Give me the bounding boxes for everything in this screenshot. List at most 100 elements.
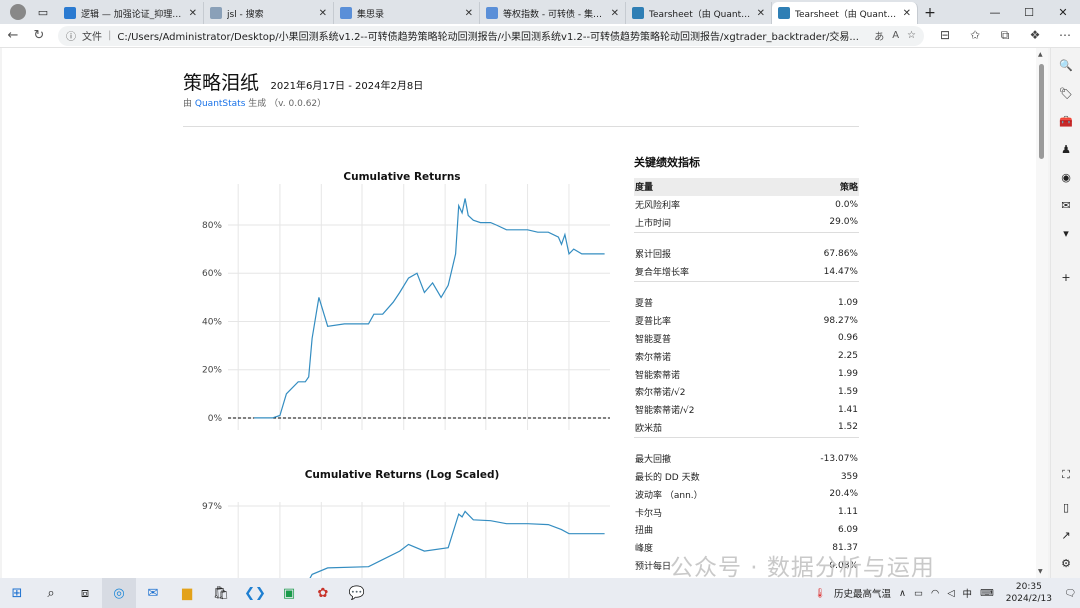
metric-row: 夏普 1.09 <box>634 294 859 312</box>
windows-start-icon[interactable]: ⊞ <box>0 578 34 608</box>
notification-icon[interactable]: 🗨 <box>1064 588 1076 599</box>
wifi-icon[interactable]: ◠ <box>931 588 939 599</box>
add-sidebar-icon[interactable]: + <box>1059 270 1073 284</box>
outlook-icon[interactable]: ✉ <box>1059 198 1073 212</box>
metric-row: 智能索蒂诺 1.99 <box>634 365 859 383</box>
settings-gear-icon[interactable]: ⚙ <box>1059 556 1073 570</box>
metric-value: 29.0% <box>829 217 858 228</box>
report-subtitle: 由 QuantStats 生成 （v. 0.0.62） <box>183 99 327 109</box>
metric-name: 波动率 （ann.） <box>635 490 703 501</box>
external-icon[interactable]: ↗ <box>1059 528 1073 542</box>
screenshot-icon[interactable]: ⛶ <box>1059 468 1073 482</box>
metric-value: 14.47% <box>823 266 858 277</box>
browser-tab[interactable]: Tearsheet（由 QuantStats ✕ <box>772 2 918 24</box>
extensions-icon[interactable]: ❖ <box>1020 28 1050 43</box>
taskbar-search-icon[interactable]: ⌕ <box>34 578 68 608</box>
browser-tab[interactable]: 逻辑 — 加强论证_抑理抑得 ✕ <box>58 2 204 24</box>
wechat-icon[interactable]: 💬 <box>340 578 374 608</box>
scroll-up-icon[interactable]: ▲ <box>1038 51 1043 58</box>
file-explorer-icon[interactable]: ▆ <box>170 578 204 608</box>
scrollbar[interactable]: ▲ ▼ <box>1036 48 1048 578</box>
search-icon[interactable]: 🔍 <box>1059 58 1073 72</box>
tab-title: jsl - 搜索 <box>227 9 264 20</box>
tab-title: 等权指数 - 可转债 - 集思录 <box>503 9 605 20</box>
drop-icon[interactable]: ▾ <box>1059 226 1073 240</box>
translate-icon[interactable]: あ <box>874 28 884 43</box>
mail-icon[interactable]: ✉ <box>136 578 170 608</box>
scroll-down-icon[interactable]: ▼ <box>1038 568 1043 575</box>
url-field[interactable]: ⓘ 文件 | C:/Users/Administrator/Desktop/小果… <box>58 25 924 46</box>
metric-name: 预计每日 <box>635 562 672 573</box>
key-metrics-table: 关键绩效指标 度量 策略 无风险利率 0.0% 上市时间 29.0% 累计回报 67.86… <box>634 154 859 574</box>
task-view-icon[interactable]: ⧈ <box>68 578 102 608</box>
report-title: 策略泪纸 <box>183 72 260 94</box>
url-text[interactable]: C:/Users/Administrator/Desktop/小果回测系统v1.… <box>117 28 866 43</box>
report-date-range: 2021年6月17日 - 2024年2月8日 <box>270 81 424 92</box>
cumulative-returns-line <box>254 198 605 419</box>
metric-name: 索尔蒂诺 <box>635 352 672 363</box>
volume-icon[interactable]: ◁ <box>947 588 954 599</box>
close-tab-icon[interactable]: ✕ <box>757 8 765 19</box>
search-icon <box>210 7 222 19</box>
battery-icon[interactable]: ▭ <box>914 588 923 599</box>
metric-name: 夏普 <box>635 299 654 310</box>
edge-browser-icon[interactable]: ◎ <box>102 578 136 608</box>
close-tab-icon[interactable]: ✕ <box>611 8 619 19</box>
split-screen-icon[interactable]: ⊟ <box>930 28 960 43</box>
games-icon[interactable]: ♟ <box>1059 142 1073 156</box>
metric-name: 峰度 <box>635 544 654 555</box>
chart-title-log: Cumulative Returns (Log Scaled) <box>304 469 500 481</box>
app-green-icon[interactable]: ▣ <box>272 578 306 608</box>
ime-indicator[interactable]: 中 <box>963 586 973 600</box>
browser-tab[interactable]: jsl - 搜索 ✕ <box>204 2 334 24</box>
cumulative-returns-log-chart: 97% <box>202 502 610 578</box>
refresh-icon[interactable]: ↻ <box>26 28 52 43</box>
scroll-thumb[interactable] <box>1039 64 1044 159</box>
read-aloud-icon[interactable]: A <box>892 30 899 41</box>
y-tick-label: 20% <box>202 366 222 376</box>
store-icon[interactable]: 🛍 <box>204 578 238 608</box>
info-icon[interactable]: ⓘ <box>66 28 76 43</box>
metric-value: 1.99 <box>837 369 858 380</box>
toolbox-icon[interactable]: 🧰 <box>1059 114 1073 128</box>
metric-row: 复合年增长率 14.47% <box>634 263 859 281</box>
maximize-icon[interactable]: ☐ <box>1012 0 1046 24</box>
more-menu-icon[interactable]: ⋯ <box>1050 28 1080 43</box>
metric-row: 智能夏普 0.96 <box>634 330 859 348</box>
weather-text: 历史最高气温 <box>833 589 891 600</box>
metric-value: 1.11 <box>837 507 858 518</box>
tab-bar: ▭ 逻辑 — 加强论证_抑理抑得 ✕ jsl - 搜索 ✕ 集思录 ✕ 等权指数 - 可转债… <box>0 0 1080 24</box>
minimize-icon[interactable]: — <box>978 0 1012 24</box>
metric-row: 波动率 （ann.） 20.4% <box>634 485 859 503</box>
watermark-text: 公众号 · 数据分析与运用 <box>670 555 935 578</box>
tab-actions-icon[interactable]: ▭ <box>38 6 48 19</box>
metrics-divider <box>634 281 859 294</box>
browser-tab[interactable]: 等权指数 - 可转债 - 集思录 ✕ <box>480 2 626 24</box>
vscode-icon[interactable]: ❮❯ <box>238 578 272 608</box>
back-icon[interactable]: ← <box>0 28 26 43</box>
split-icon[interactable]: ▯ <box>1059 500 1073 514</box>
y-tick-label: 0% <box>208 414 223 424</box>
browser-tab[interactable]: 集思录 ✕ <box>334 2 480 24</box>
collections-icon[interactable]: ⧉ <box>990 28 1020 43</box>
clock[interactable]: 20:35 2024/2/13 <box>1006 581 1052 605</box>
metric-row: 卡尔马 1.11 <box>634 503 859 521</box>
close-tab-icon[interactable]: ✕ <box>903 8 911 19</box>
new-tab-button[interactable]: + <box>918 2 942 24</box>
close-window-icon[interactable]: ✕ <box>1046 0 1080 24</box>
favorites-icon[interactable]: ✩ <box>960 28 990 43</box>
metric-value: 20.4% <box>829 489 858 500</box>
profile-avatar[interactable] <box>9 4 26 20</box>
close-tab-icon[interactable]: ✕ <box>465 8 473 19</box>
tray-chevron-icon[interactable]: ∧ <box>899 588 906 599</box>
close-tab-icon[interactable]: ✕ <box>319 8 327 19</box>
app-red-icon[interactable]: ✿ <box>306 578 340 608</box>
metric-value: 1.52 <box>837 422 858 433</box>
office-icon[interactable]: ◉ <box>1059 170 1073 184</box>
browser-tab[interactable]: Tearsheet（由 QuantStats ✕ <box>626 2 772 24</box>
ime-settings-icon[interactable]: ⌨ <box>980 588 994 599</box>
quantstats-link[interactable]: QuantStats <box>195 99 246 109</box>
tag-icon[interactable]: 🏷 <box>1059 86 1073 100</box>
close-tab-icon[interactable]: ✕ <box>189 8 197 19</box>
favorite-star-icon[interactable]: ☆ <box>907 30 916 41</box>
